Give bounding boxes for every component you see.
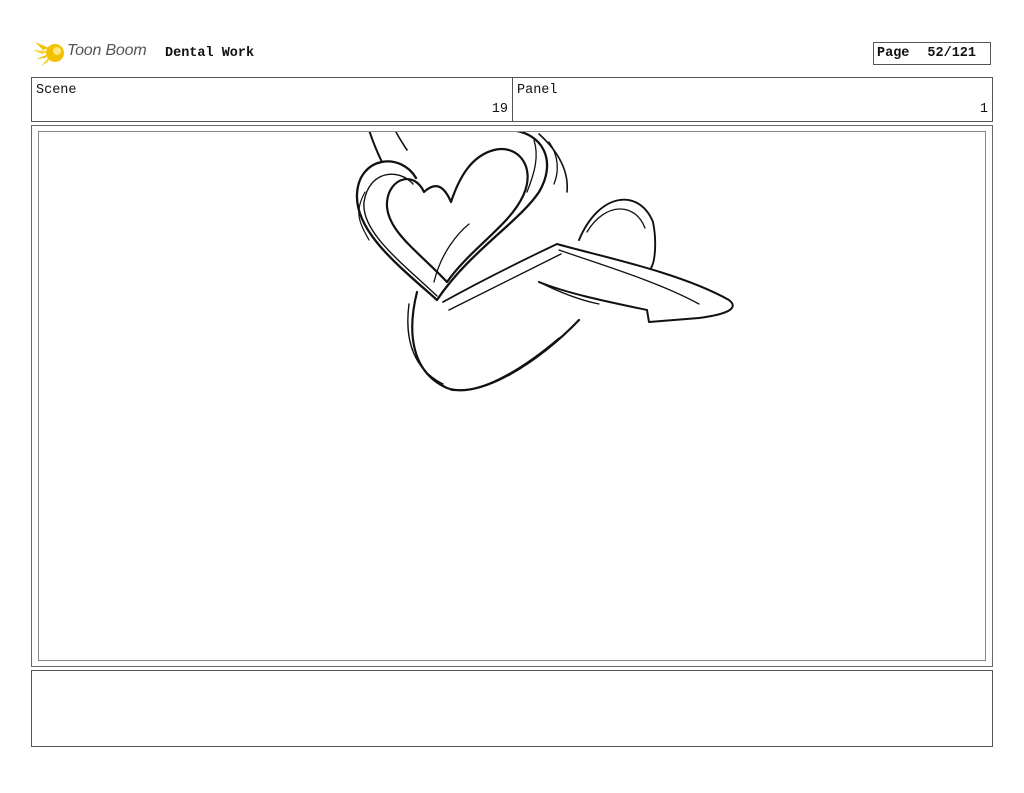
panel-label: Panel <box>517 83 558 98</box>
project-title: Dental Work <box>165 46 255 61</box>
panel-value: 1 <box>979 102 988 117</box>
scene-label: Scene <box>36 83 77 98</box>
panel-cell: Panel 1 <box>513 78 992 121</box>
heart-sketch-drawing <box>355 132 734 392</box>
logo-wordmark: Toon Boom <box>67 42 147 59</box>
scene-panel-info: Scene 19 Panel 1 <box>31 77 993 122</box>
page-number: 52/121 <box>927 46 977 61</box>
scene-value: 19 <box>491 102 508 117</box>
panel-notes-box <box>31 670 993 747</box>
scene-cell: Scene 19 <box>32 78 513 121</box>
storyboard-drawing-area <box>38 131 986 661</box>
toon-boom-star-icon <box>33 42 64 66</box>
page-label: Page <box>877 46 910 61</box>
storyboard-panel-frame <box>31 125 993 667</box>
page-indicator: Page 52/121 <box>873 42 991 65</box>
toon-boom-logo: Toon Boom <box>33 38 157 70</box>
